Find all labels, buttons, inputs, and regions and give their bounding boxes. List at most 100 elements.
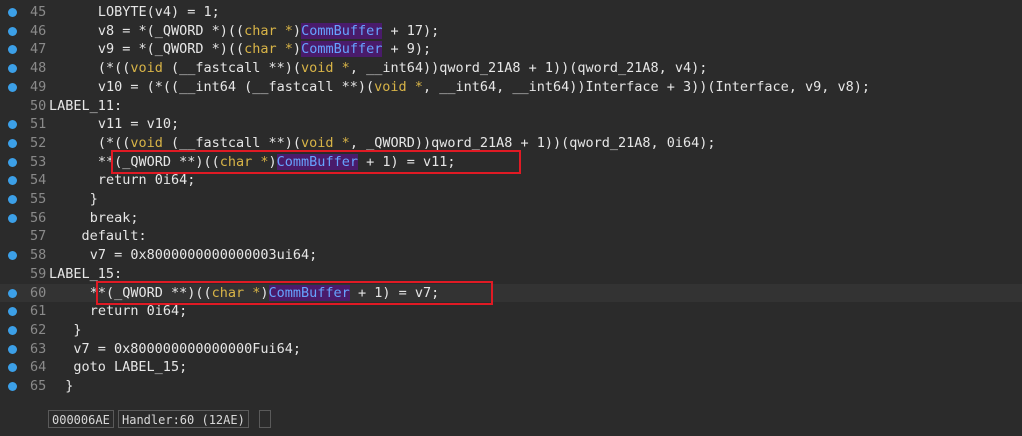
code-token: char * xyxy=(244,22,293,39)
code-line[interactable]: 55} xyxy=(0,190,1022,209)
code-token: char * xyxy=(244,41,293,58)
line-number: 61 xyxy=(30,303,47,320)
breakpoint-dot-icon[interactable] xyxy=(8,64,17,74)
code-text[interactable]: v10 = (*((__int64 (__fastcall **)(void *… xyxy=(98,78,870,97)
breakpoint-dot-icon[interactable] xyxy=(8,120,17,130)
code-token: ) xyxy=(292,41,302,58)
breakpoint-dot-icon[interactable] xyxy=(8,344,17,354)
line-number: 48 xyxy=(30,60,47,77)
line-number: 46 xyxy=(30,22,47,39)
line-number: 64 xyxy=(30,359,47,376)
code-line[interactable]: 51 v11 = v10; xyxy=(0,115,1022,134)
code-token: default: xyxy=(81,228,147,245)
breakpoint-dot-icon[interactable] xyxy=(8,26,17,36)
code-token: + 9); xyxy=(382,41,432,58)
pseudocode-view[interactable]: 45 LOBYTE(v4) = 1; 46 v8 = *(_QWORD *)((cha… xyxy=(0,0,1022,405)
annotation-box xyxy=(111,149,521,175)
breakpoint-dot-icon[interactable] xyxy=(8,45,17,55)
code-text[interactable]: v7 = 0x800000000000000Fui64; xyxy=(73,340,301,359)
code-token: v7 = 0x8000000000000003ui64; xyxy=(89,247,318,264)
symbol-highlight: CommBuffer xyxy=(301,41,383,58)
status-address: 000006AE xyxy=(48,410,114,428)
breakpoint-dot-icon[interactable] xyxy=(8,363,17,373)
status-location: Handler:60 (12AE) xyxy=(118,410,249,428)
code-token: return 0i64; xyxy=(89,303,188,320)
code-text[interactable]: goto LABEL_15; xyxy=(73,358,187,377)
breakpoint-dot-icon[interactable] xyxy=(8,82,17,92)
code-token: } xyxy=(65,378,74,394)
code-line[interactable]: 65} xyxy=(0,377,1022,396)
line-number: 47 xyxy=(30,41,47,58)
code-text[interactable]: v11 = v10; xyxy=(98,115,179,134)
code-token: } xyxy=(89,191,98,207)
code-token: v10 = (*((__int64 (__fastcall **)( xyxy=(97,78,375,95)
code-text[interactable]: } xyxy=(65,377,73,396)
code-token: , __int64, __int64))Interface + 3))(Inte… xyxy=(422,78,870,95)
line-number: 53 xyxy=(30,153,47,170)
breakpoint-dot-icon[interactable] xyxy=(8,8,17,17)
breakpoint-dot-icon[interactable] xyxy=(8,325,17,335)
line-number: 54 xyxy=(30,172,47,189)
code-token: goto LABEL_15; xyxy=(73,359,188,376)
code-token: LABEL_11: xyxy=(49,97,123,114)
code-token: void * xyxy=(374,78,423,95)
code-line[interactable]: 63 v7 = 0x800000000000000Fui64; xyxy=(0,340,1022,359)
code-token: void xyxy=(130,60,163,77)
code-text[interactable]: LABEL_11: xyxy=(49,97,122,116)
code-token: v8 = *(_QWORD *)(( xyxy=(97,22,245,39)
code-line[interactable]: 57 default: xyxy=(0,227,1022,246)
code-line[interactable]: 48 (*((void (__fastcall **)(void *, __int… xyxy=(0,59,1022,78)
line-number: 57 xyxy=(30,228,47,245)
line-number: 55 xyxy=(30,191,47,207)
code-text[interactable]: (*((void (__fastcall **)(void *, __int64… xyxy=(98,59,708,78)
code-line[interactable]: 47 v9 = *(_QWORD *)((char *)CommBuffer + … xyxy=(0,40,1022,59)
code-token: void xyxy=(130,134,163,151)
code-line[interactable]: 64 goto LABEL_15; xyxy=(0,358,1022,377)
line-number: 49 xyxy=(30,78,47,95)
code-token: v11 = v10; xyxy=(97,116,180,133)
code-text[interactable]: v8 = *(_QWORD *)((char *)CommBuffer + 17… xyxy=(98,22,439,41)
code-text[interactable]: default: xyxy=(82,227,147,246)
breakpoint-dot-icon[interactable] xyxy=(8,213,17,223)
breakpoint-dot-icon[interactable] xyxy=(8,176,17,186)
code-token: (*(( xyxy=(97,60,131,77)
code-token: } xyxy=(73,321,82,338)
code-text[interactable]: } xyxy=(73,321,81,340)
code-token: void * xyxy=(301,60,350,77)
code-line[interactable]: 62} xyxy=(0,321,1022,340)
code-line[interactable]: 50 LABEL_11: xyxy=(0,97,1022,116)
code-token: , _QWORD))qword_21A8 + 1))(qword_21A8, 0… xyxy=(349,134,716,151)
breakpoint-dot-icon[interactable] xyxy=(8,382,17,391)
line-number: 56 xyxy=(30,209,47,226)
status-bar: 000006AE Handler:60 (12AE) xyxy=(0,405,1022,436)
code-line[interactable]: 45 LOBYTE(v4) = 1; xyxy=(0,3,1022,22)
code-token: (__fastcall **)( xyxy=(162,134,302,151)
code-line[interactable]: 58 v7 = 0x8000000000000003ui64; xyxy=(0,246,1022,265)
line-number: 60 xyxy=(30,284,47,301)
breakpoint-dot-icon[interactable] xyxy=(8,307,17,317)
code-token: LABEL_15: xyxy=(49,265,123,282)
line-number: 51 xyxy=(30,116,47,133)
code-text[interactable]: break; xyxy=(90,209,139,228)
line-number: 62 xyxy=(30,321,47,338)
code-line[interactable]: 49 v10 = (*((__int64 (__fastcall **)(void… xyxy=(0,78,1022,97)
code-line[interactable]: 56 break; xyxy=(0,209,1022,228)
code-text[interactable]: v7 = 0x8000000000000003ui64; xyxy=(90,246,318,265)
code-text[interactable]: } xyxy=(90,190,98,209)
code-token: void * xyxy=(301,134,350,151)
code-text[interactable]: v9 = *(_QWORD *)((char *)CommBuffer + 9)… xyxy=(98,40,431,59)
code-token: (__fastcall **)( xyxy=(162,60,302,77)
line-number: 58 xyxy=(30,247,47,264)
line-number: 63 xyxy=(30,340,47,357)
code-line[interactable]: 46 v8 = *(_QWORD *)((char *)CommBuffer + … xyxy=(0,22,1022,41)
breakpoint-dot-icon[interactable] xyxy=(8,288,17,298)
code-token: return 0i64; xyxy=(97,172,196,189)
code-token: LOBYTE(v4) = 1; xyxy=(97,4,220,20)
code-text[interactable]: LOBYTE(v4) = 1; xyxy=(98,3,220,22)
code-token: + 17); xyxy=(382,22,440,39)
line-number: 65 xyxy=(30,378,47,394)
breakpoint-dot-icon[interactable] xyxy=(8,195,17,204)
breakpoint-dot-icon[interactable] xyxy=(8,138,17,148)
breakpoint-dot-icon[interactable] xyxy=(8,251,17,261)
breakpoint-dot-icon[interactable] xyxy=(8,157,17,167)
